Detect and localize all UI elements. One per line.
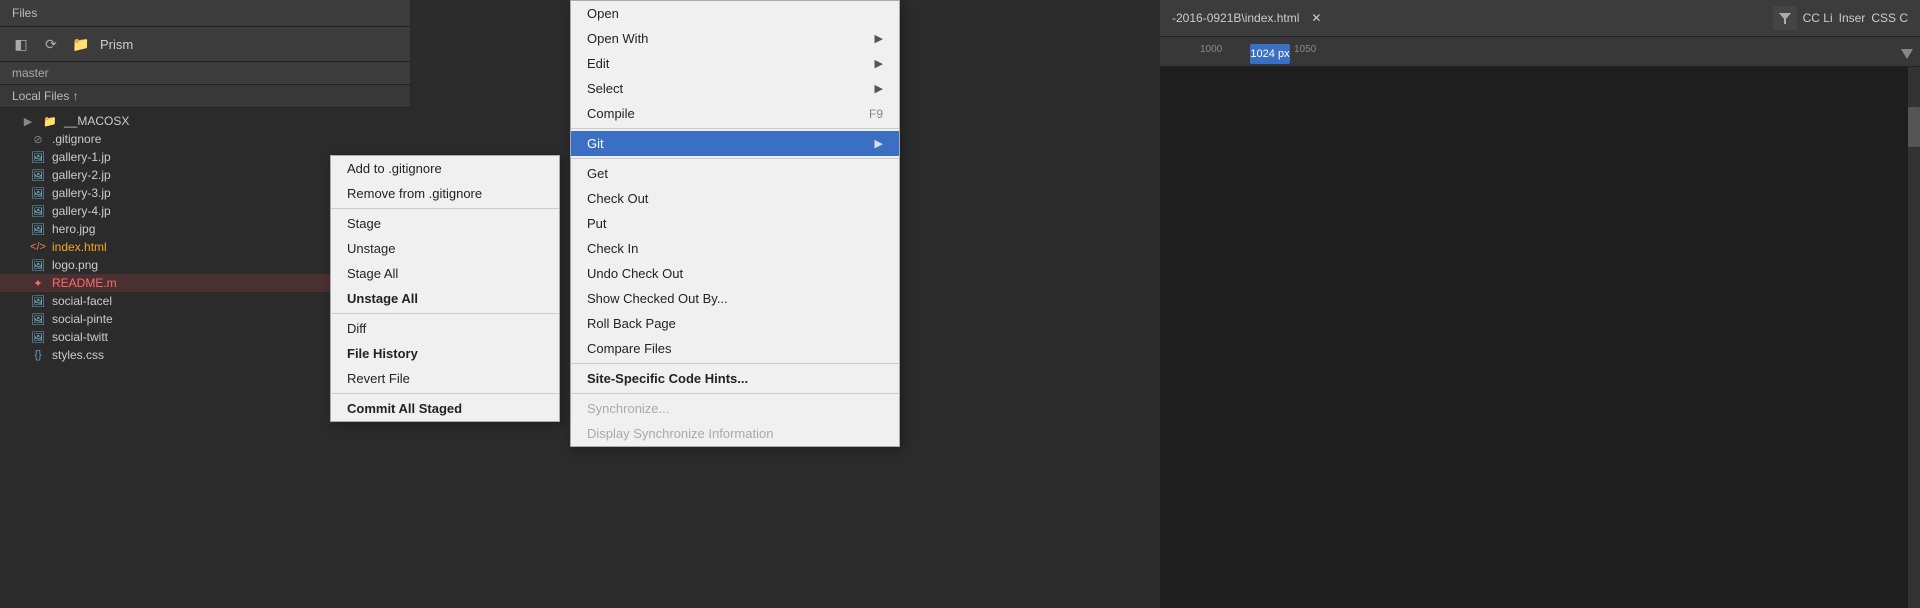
menu-item-check-in[interactable]: Check In [571,236,899,261]
dimension-badge: 1024 px [1250,44,1290,64]
list-item[interactable]: ⊘ .gitignore [0,130,410,148]
context-menu: Open Open With ▶ Edit ▶ Select ▶ Compile… [570,0,900,447]
menu-item-diff[interactable]: Diff [331,316,559,341]
ruler-mark-1000: 1000 [1200,44,1250,64]
scrollbar-thumb[interactable] [1908,107,1920,147]
file-path: -2016-0921B\index.html [1172,11,1299,25]
menu-item-check-out[interactable]: Check Out [571,186,899,211]
insert-label: Inser [1839,11,1866,25]
git-submenu: Add to .gitignore Remove from .gitignore… [330,155,560,422]
menu-item-edit[interactable]: Edit ▶ [571,51,899,76]
menu-item-stage[interactable]: Stage [331,211,559,236]
menu-item-add-to-gitignore[interactable]: Add to .gitignore [331,156,559,181]
image-file-icon: 🖼 [30,187,46,200]
image-file-icon: 🖼 [30,259,46,272]
image-file-icon: 🖼 [30,295,46,308]
menu-separator [571,128,899,129]
menu-item-roll-back-page[interactable]: Roll Back Page [571,311,899,336]
right-panel: -2016-0921B\index.html ✕ CC Li Inser CSS… [1160,0,1920,601]
menu-item-display-synchronize-info: Display Synchronize Information [571,421,899,446]
menu-item-synchronize: Synchronize... [571,396,899,421]
submenu-arrow: ▶ [875,137,883,150]
close-icon[interactable]: ✕ [1311,11,1321,25]
files-toolbar: ◧ ⟳ 📁 Prism [0,27,410,62]
menu-item-select[interactable]: Select ▶ [571,76,899,101]
list-item[interactable]: ▶ 📁 __MACOSX [0,112,410,130]
folder-expand-icon: ▶ [20,115,36,128]
menu-item-get[interactable]: Get [571,161,899,186]
editor-content [1160,67,1920,608]
menu-item-compare-files[interactable]: Compare Files [571,336,899,361]
ruler-handle[interactable] [1899,45,1915,64]
menu-item-file-history[interactable]: File History [331,341,559,366]
menu-item-stage-all[interactable]: Stage All [331,261,559,286]
menu-separator [331,393,559,394]
menu-item-compile[interactable]: Compile F9 [571,101,899,126]
css-file-icon: {} [30,349,46,361]
image-file-icon: 🖼 [30,313,46,326]
folder-icon: 📁 [70,33,92,55]
image-file-icon: 🖼 [30,169,46,182]
git-file-icon: ⊘ [30,133,46,146]
image-file-icon: 🖼 [30,331,46,344]
sync-icon[interactable]: ⟳ [40,33,62,55]
submenu-arrow: ▶ [875,82,883,95]
filter-icon[interactable] [1773,6,1797,30]
html-file-icon: </> [30,241,46,253]
menu-item-git[interactable]: Git ▶ [571,131,899,156]
local-files-bar: Local Files ↑ [0,85,410,108]
menu-separator [571,393,899,394]
site-label: Prism [100,37,133,52]
menu-item-remove-from-gitignore[interactable]: Remove from .gitignore [331,181,559,206]
readme-file-icon: ✦ [30,277,46,290]
menu-item-unstage[interactable]: Unstage [331,236,559,261]
menu-separator [571,363,899,364]
ruler-mark-1050: 1050 [1294,44,1344,64]
image-file-icon: 🖼 [30,223,46,236]
menu-item-undo-check-out[interactable]: Undo Check Out [571,261,899,286]
menu-separator [331,208,559,209]
ruler: 1000 1024 px 1050 [1160,37,1920,67]
menu-item-open[interactable]: Open [571,1,899,26]
menu-separator [331,313,559,314]
menu-item-commit-all-staged[interactable]: Commit All Staged [331,396,559,421]
image-file-icon: 🖼 [30,205,46,218]
menu-item-open-with[interactable]: Open With ▶ [571,26,899,51]
right-header: -2016-0921B\index.html ✕ CC Li Inser CSS… [1160,0,1920,37]
menu-item-put[interactable]: Put [571,211,899,236]
menu-item-unstage-all[interactable]: Unstage All [331,286,559,311]
folder-file-icon: 📁 [42,115,58,128]
menu-item-revert-file[interactable]: Revert File [331,366,559,391]
menu-item-site-specific[interactable]: Site-Specific Code Hints... [571,366,899,391]
cc-label: CC Li [1803,11,1833,25]
css-label: CSS C [1871,11,1908,25]
master-branch: master [0,62,410,85]
menu-item-show-checked-out-by[interactable]: Show Checked Out By... [571,286,899,311]
submenu-arrow: ▶ [875,57,883,70]
layout-icon[interactable]: ◧ [10,33,32,55]
submenu-arrow: ▶ [875,32,883,45]
files-header: Files [0,0,410,27]
image-file-icon: 🖼 [30,151,46,164]
menu-separator [571,158,899,159]
